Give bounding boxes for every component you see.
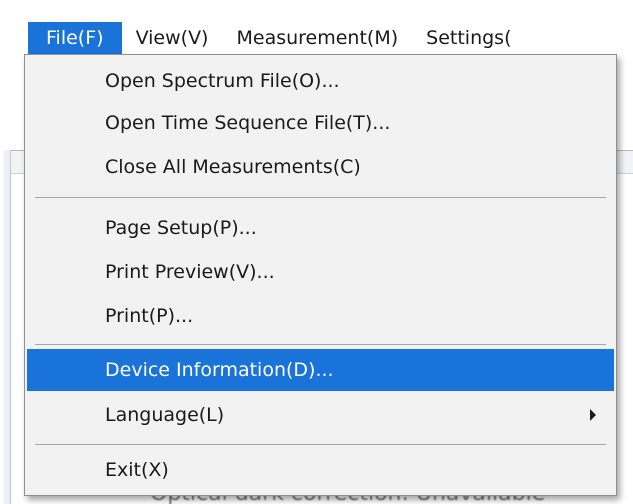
menu-measurement[interactable]: Measurement(M) <box>222 22 412 54</box>
menu-separator <box>35 197 606 198</box>
file-dropdown-menu: Open Spectrum File(O)... Open Time Seque… <box>24 54 617 496</box>
menu-view[interactable]: View(V) <box>122 22 223 54</box>
menu-item-close-all-measurements[interactable]: Close All Measurements(C) <box>27 147 614 187</box>
menu-bar: File(F) View(V) Measurement(M) Settings( <box>0 0 633 58</box>
menu-item-page-setup[interactable]: Page Setup(P)... <box>27 208 614 248</box>
menu-settings[interactable]: Settings( <box>412 22 525 54</box>
panel-left-edge <box>4 150 11 504</box>
menu-item-open-time-sequence-file[interactable]: Open Time Sequence File(T)... <box>27 103 614 143</box>
submenu-arrow-icon <box>590 409 596 421</box>
menu-item-print[interactable]: Print(P)... <box>27 296 614 336</box>
menu-item-print-preview[interactable]: Print Preview(V)... <box>27 252 614 292</box>
menu-file[interactable]: File(F) <box>28 22 122 54</box>
menu-item-exit[interactable]: Exit(X) <box>27 450 614 490</box>
menu-separator <box>35 444 606 445</box>
menu-item-language-label: Language(L) <box>105 404 225 426</box>
menu-item-language[interactable]: Language(L) <box>27 395 614 435</box>
panel-edge-marker <box>623 104 633 126</box>
menu-item-device-information[interactable]: Device Information(D)... <box>27 349 614 391</box>
menu-separator <box>35 344 606 345</box>
menu-item-open-spectrum-file[interactable]: Open Spectrum File(O)... <box>27 61 614 101</box>
app-window: Optical dark correction: Unavailable Fil… <box>0 0 633 504</box>
